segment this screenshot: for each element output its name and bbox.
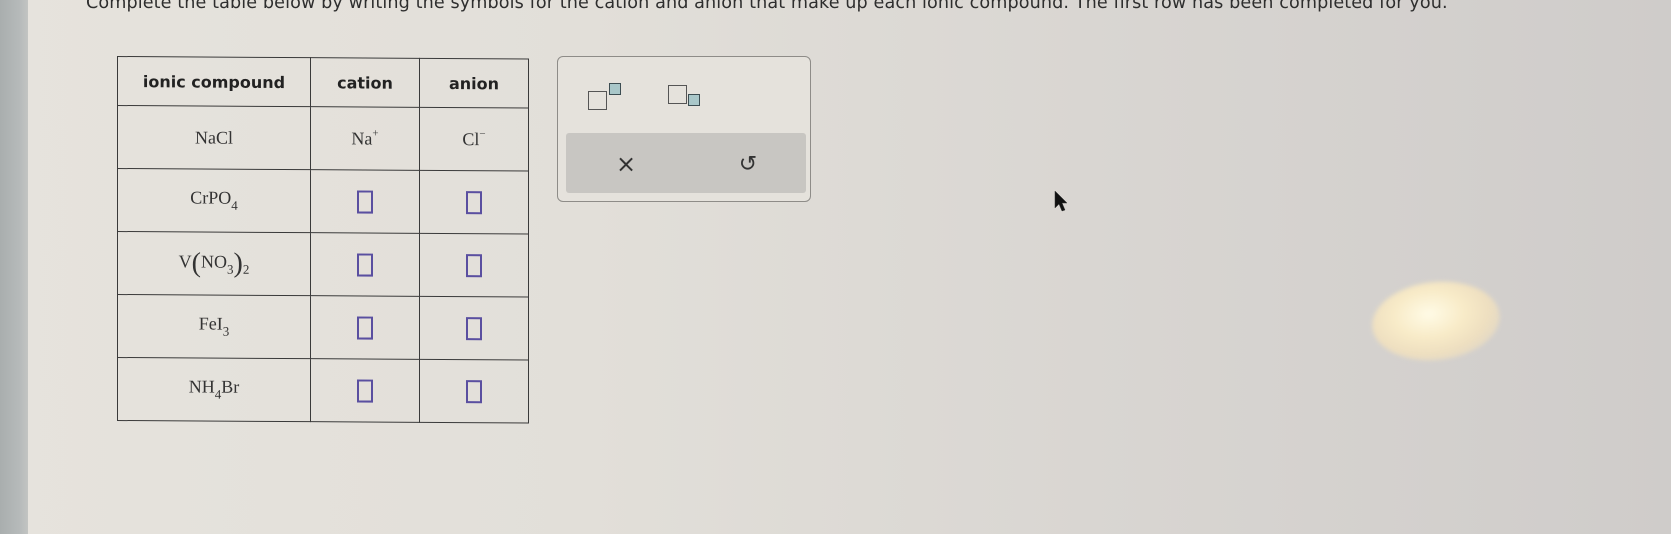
undo-button[interactable]: ↺ (728, 147, 768, 181)
cation-input[interactable] (357, 378, 373, 403)
cation-input[interactable] (357, 315, 373, 340)
anion-input[interactable] (466, 379, 482, 403)
anion-input[interactable] (466, 253, 482, 277)
formula-text: NO (201, 251, 227, 272)
superscript-box-icon (609, 83, 621, 95)
table-row: NaCl Na+ Cl− (117, 105, 529, 172)
cation-input[interactable] (357, 189, 373, 214)
subscript-template-button[interactable] (666, 81, 708, 115)
close-icon: × (615, 150, 637, 178)
superscript-template-button[interactable] (584, 81, 626, 115)
compound-formula: FeI3 (198, 313, 230, 338)
instructions-text: Complete the table below by writing the … (86, 0, 1448, 13)
cation-cell (310, 358, 420, 423)
compound-cell: NaCl (117, 105, 311, 170)
anion-cell: Cl− (419, 107, 529, 172)
compound-formula: NH4Br (188, 376, 240, 401)
compound-formula: CrPO4 (190, 187, 238, 212)
formula-text: Br (221, 376, 240, 397)
clear-button[interactable]: × (606, 147, 646, 181)
anion-input[interactable] (466, 316, 482, 340)
answer-toolbar: × ↺ (557, 56, 811, 202)
ion-symbol: Cl (462, 129, 480, 150)
cation-cell (310, 295, 420, 360)
formula-text: NH (188, 376, 215, 397)
formula-subscript: 2 (242, 261, 250, 277)
base-box-icon (668, 85, 687, 104)
ion-charge: + (372, 127, 379, 140)
ion-symbol: Na (351, 128, 373, 149)
anion-cell (419, 233, 529, 298)
undo-icon: ↺ (738, 151, 758, 177)
table-row: NH4Br (117, 357, 529, 424)
anion-input[interactable] (466, 190, 482, 214)
compound-cell: NH4Br (117, 357, 311, 422)
anion-cell (419, 359, 529, 424)
table-row: FeI3 (117, 294, 529, 361)
screen-glare (1368, 275, 1504, 367)
formula-subscript: 4 (231, 197, 238, 213)
mouse-pointer-icon (1054, 190, 1068, 212)
subscript-box-icon (688, 94, 700, 106)
cation-cell: Na+ (310, 106, 420, 171)
cation-input[interactable] (357, 252, 373, 277)
cation-cell (310, 232, 420, 297)
formula-text: V (178, 251, 192, 272)
formula-text: CrPO (190, 187, 232, 208)
anion-cell (419, 170, 529, 235)
compound-formula: NaCl (195, 127, 233, 147)
compound-cell: FeI3 (117, 294, 311, 359)
formula-parenthesis: ( (191, 247, 201, 279)
formula-text: NaCl (195, 126, 233, 148)
cation-symbol: Na+ (351, 127, 379, 149)
ion-charge: − (479, 128, 486, 141)
header-ionic-compound: ionic compound (117, 56, 311, 107)
table-row: V(NO3)2 (117, 231, 529, 298)
table-header-row: ionic compound cation anion (117, 56, 529, 109)
anion-symbol: Cl− (462, 128, 486, 150)
formula-subscript: 3 (222, 323, 230, 339)
formula-text: FeI (198, 313, 223, 334)
anion-cell (419, 296, 529, 361)
screen-bezel (0, 0, 28, 534)
header-anion: anion (419, 58, 529, 109)
toolbar-action-bar: × ↺ (566, 133, 806, 193)
compound-formula: V(NO3)2 (178, 247, 250, 278)
formula-parenthesis: ) (233, 247, 243, 279)
cation-cell (310, 169, 420, 234)
base-box-icon (588, 91, 607, 110)
compound-cell: CrPO4 (117, 168, 311, 233)
compound-cell: V(NO3)2 (117, 231, 311, 296)
table-row: CrPO4 (117, 168, 529, 235)
header-cation: cation (310, 57, 420, 108)
ionic-compound-table: ionic compound cation anion NaCl Na+ Cl− Cr… (117, 56, 529, 424)
